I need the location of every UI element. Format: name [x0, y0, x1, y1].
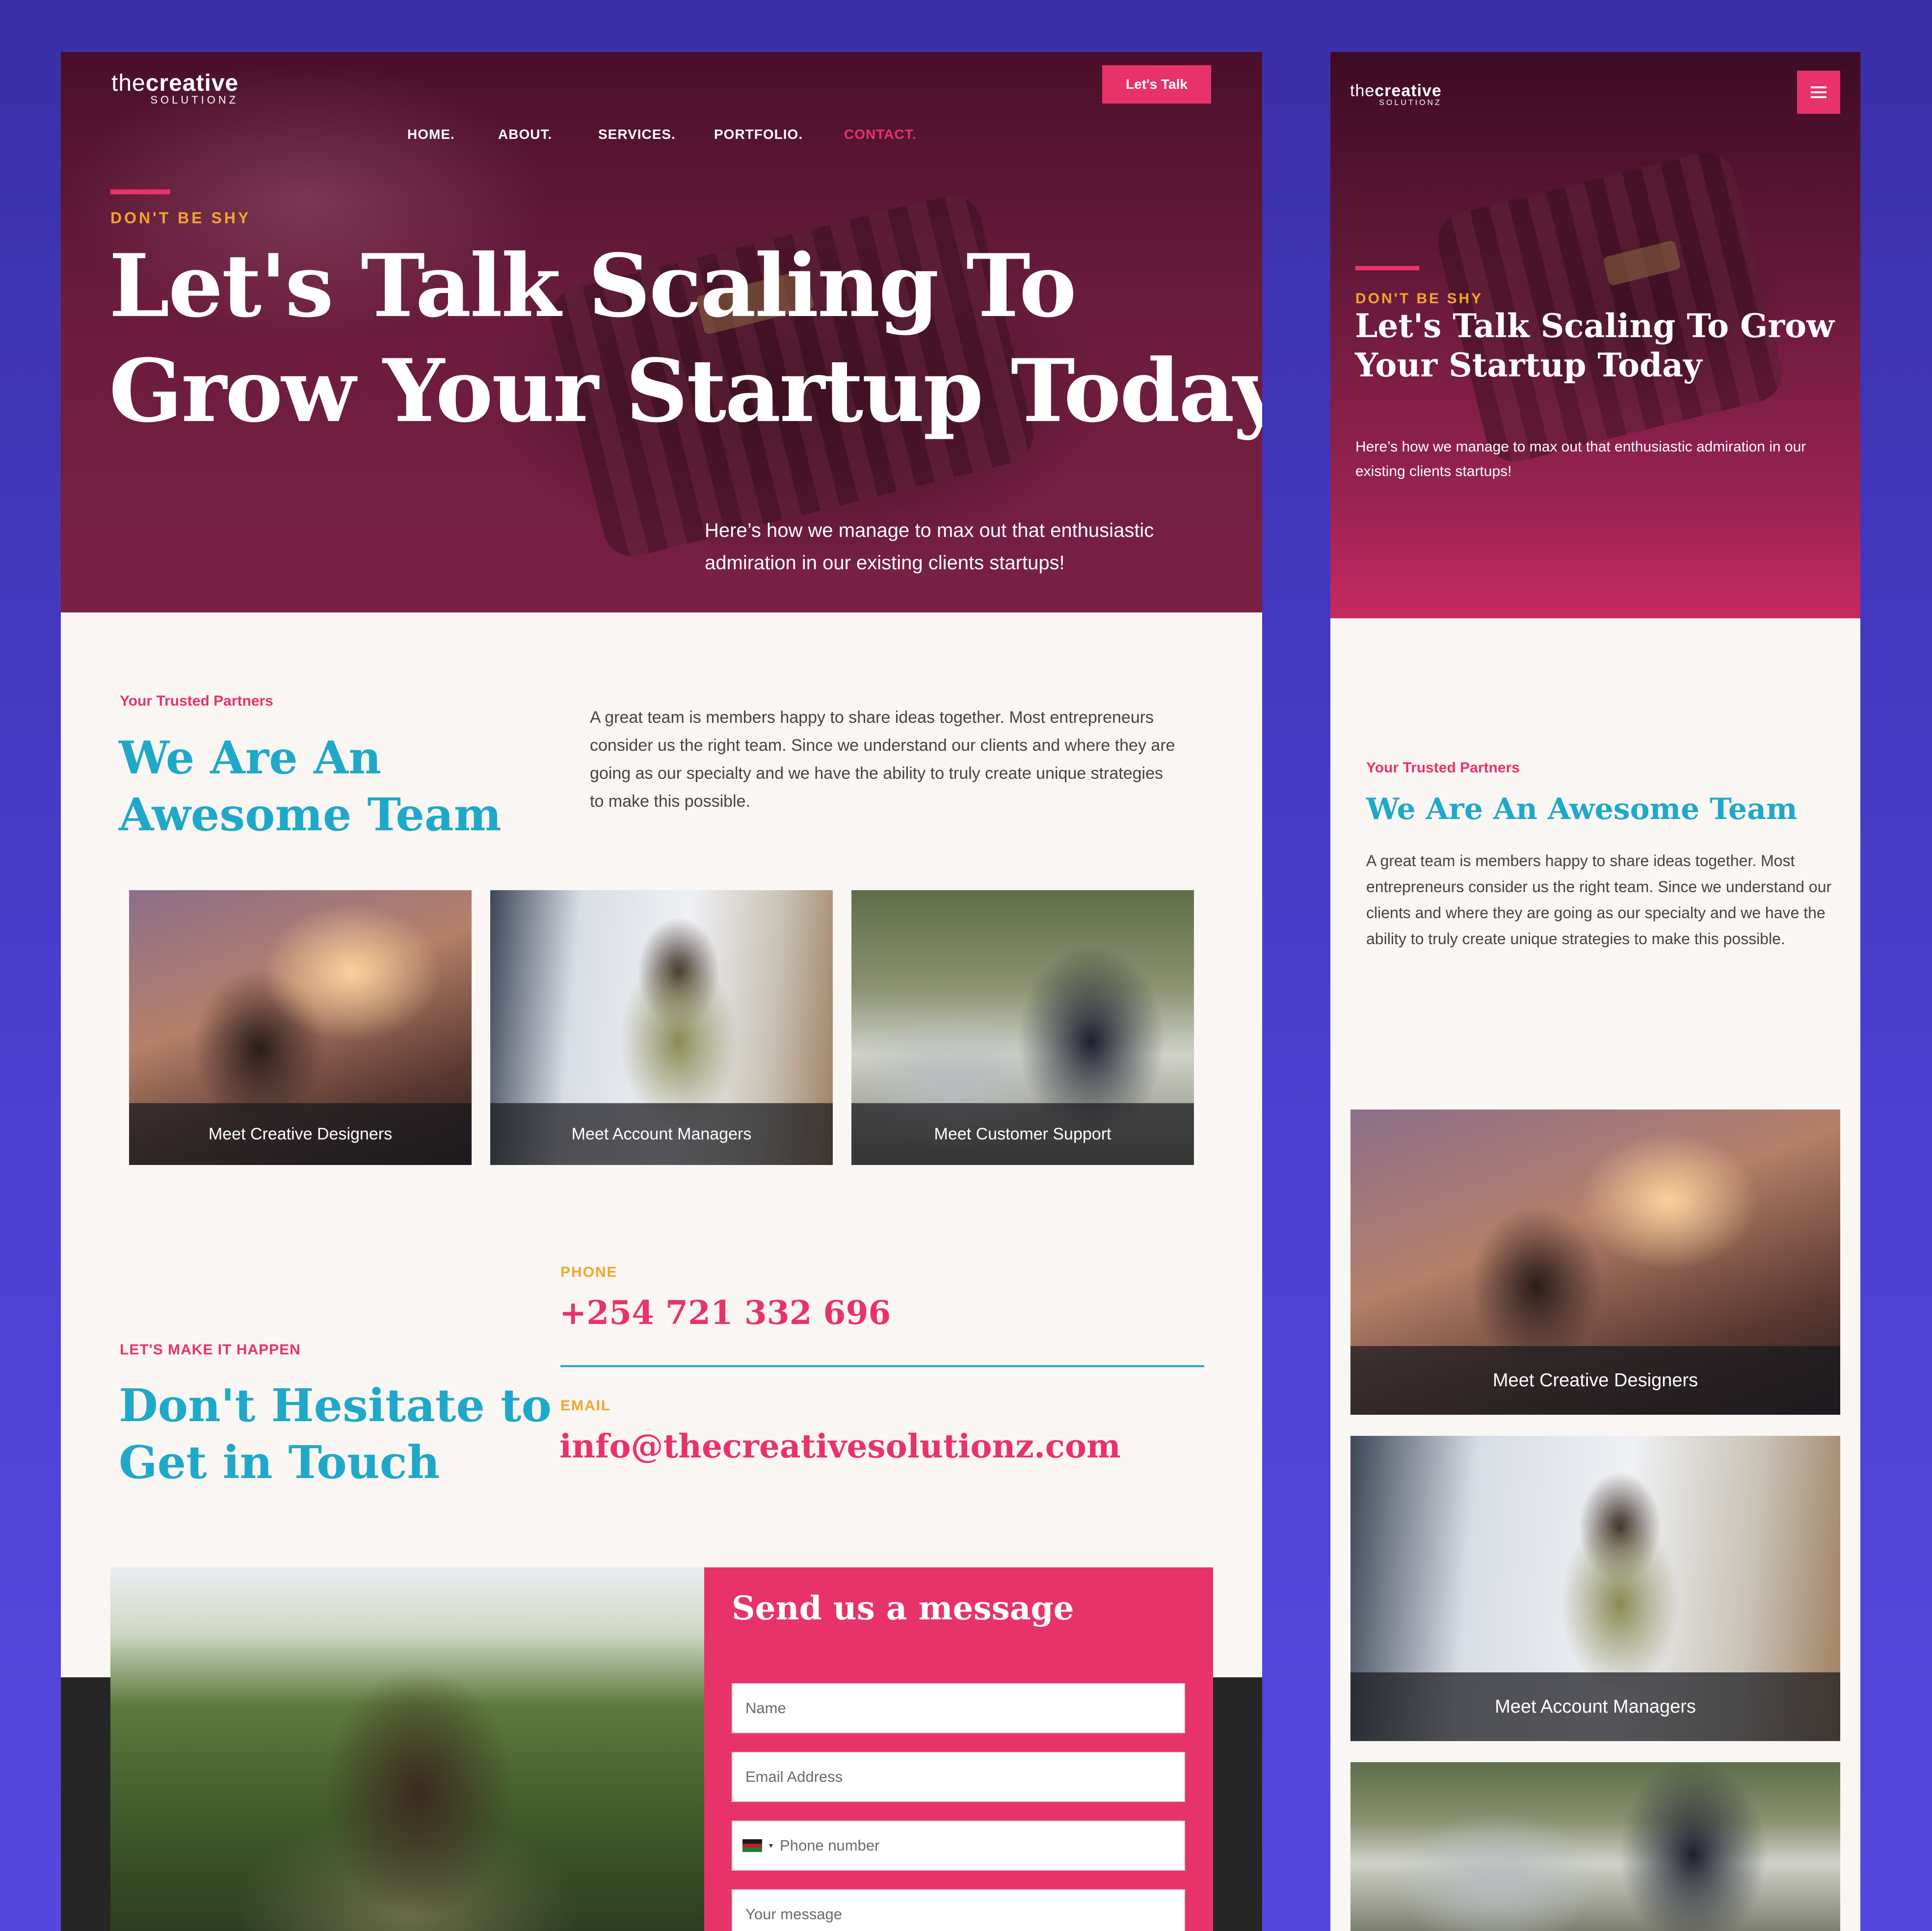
- hero-text: Here’s how we manage to max out that ent…: [1355, 439, 1806, 479]
- card-label: Meet Account Managers: [1495, 1696, 1696, 1717]
- logo[interactable]: thecreative SOLUTIONZ: [111, 70, 238, 106]
- hero-title: Let's Talk Scaling To Grow Your Startup …: [1355, 307, 1834, 384]
- nav-portfolio[interactable]: PORTFOLIO.: [714, 127, 803, 142]
- nav-home[interactable]: HOME.: [407, 127, 455, 142]
- mobile-page: thecreative SOLUTIONZ DON'T BE SHY Let's…: [1330, 52, 1860, 1931]
- phone-link[interactable]: +254 721 332 696: [559, 1294, 891, 1332]
- card-creative-designers[interactable]: Meet Creative Designers: [1350, 1110, 1840, 1415]
- email-input[interactable]: [732, 1752, 1185, 1802]
- card-customer-support[interactable]: Meet Customer Support: [851, 890, 1194, 1165]
- card-label-bar: Meet Account Managers: [1350, 1672, 1840, 1741]
- card-label-bar: Meet Customer Support: [851, 1103, 1194, 1165]
- mobile-hero-section: thecreative SOLUTIONZ DON'T BE SHY Let's…: [1330, 52, 1860, 618]
- card-account-managers[interactable]: Meet Account Managers: [490, 890, 833, 1165]
- phone-field: ▾: [732, 1821, 1185, 1871]
- card-label: Meet Creative Designers: [1492, 1370, 1698, 1391]
- logo[interactable]: thecreative SOLUTIONZ: [1350, 81, 1442, 107]
- team-copy: A great team is members happy to share i…: [590, 708, 1175, 811]
- lets-talk-button[interactable]: Let's Talk: [1102, 65, 1211, 104]
- hamburger-menu-icon[interactable]: [1797, 71, 1840, 114]
- email-link[interactable]: info@thecreativesolutionz.com: [559, 1427, 1121, 1465]
- contact-heading: Don't Hesitate to Get in Touch: [119, 1379, 552, 1489]
- message-input[interactable]: [732, 1889, 1185, 1931]
- hero-eyebrow: DON'T BE SHY: [110, 209, 251, 227]
- desktop-page: thecreative SOLUTIONZ HOME. ABOUT. SERVI…: [61, 52, 1262, 1931]
- team-copy: A great team is members happy to share i…: [1366, 852, 1832, 948]
- team-label: Your Trusted Partners: [120, 693, 273, 709]
- team-label: Your Trusted Partners: [1366, 760, 1520, 776]
- accent-line: [110, 189, 170, 194]
- name-input[interactable]: [732, 1683, 1185, 1733]
- card-customer-support[interactable]: [1350, 1762, 1840, 1931]
- hero-text: Here’s how we manage to max out that ent…: [705, 520, 1154, 574]
- hero-section: thecreative SOLUTIONZ HOME. ABOUT. SERVI…: [61, 52, 1262, 612]
- card-label-bar: Meet Creative Designers: [129, 1103, 472, 1165]
- card-label-bar: Meet Creative Designers: [1350, 1346, 1840, 1415]
- card-label: Meet Customer Support: [934, 1124, 1112, 1143]
- card-label: Meet Account Managers: [571, 1124, 752, 1143]
- team-heading: We Are An Awesome Team: [1366, 792, 1798, 826]
- card-label: Meet Creative Designers: [208, 1124, 393, 1143]
- form-title: Send us a message: [732, 1589, 1074, 1627]
- kenya-flag-icon[interactable]: [742, 1839, 762, 1852]
- card-creative-designers[interactable]: Meet Creative Designers: [129, 890, 472, 1165]
- contact-eyebrow: LET'S MAKE IT HAPPEN: [120, 1342, 301, 1358]
- chevron-down-icon[interactable]: ▾: [769, 1841, 773, 1851]
- nav-contact[interactable]: CONTACT.: [844, 127, 916, 142]
- team-heading: We Are An Awesome Team: [119, 731, 502, 841]
- nav-services[interactable]: SERVICES.: [598, 127, 676, 142]
- contact-divider: [560, 1365, 1204, 1367]
- phone-input[interactable]: [780, 1837, 1174, 1854]
- hero-eyebrow: DON'T BE SHY: [1355, 291, 1483, 307]
- email-label: EMAIL: [560, 1398, 611, 1414]
- nav-about[interactable]: ABOUT.: [498, 127, 552, 142]
- contact-form: Send us a message ▾: [704, 1567, 1213, 1931]
- phone-label: PHONE: [560, 1264, 618, 1280]
- hero-title: Let's Talk Scaling To Grow Your Startup …: [109, 235, 1262, 442]
- contact-photo: [110, 1567, 704, 1931]
- accent-line: [1355, 266, 1419, 270]
- card-account-managers[interactable]: Meet Account Managers: [1350, 1436, 1840, 1741]
- card-label-bar: Meet Account Managers: [490, 1103, 833, 1165]
